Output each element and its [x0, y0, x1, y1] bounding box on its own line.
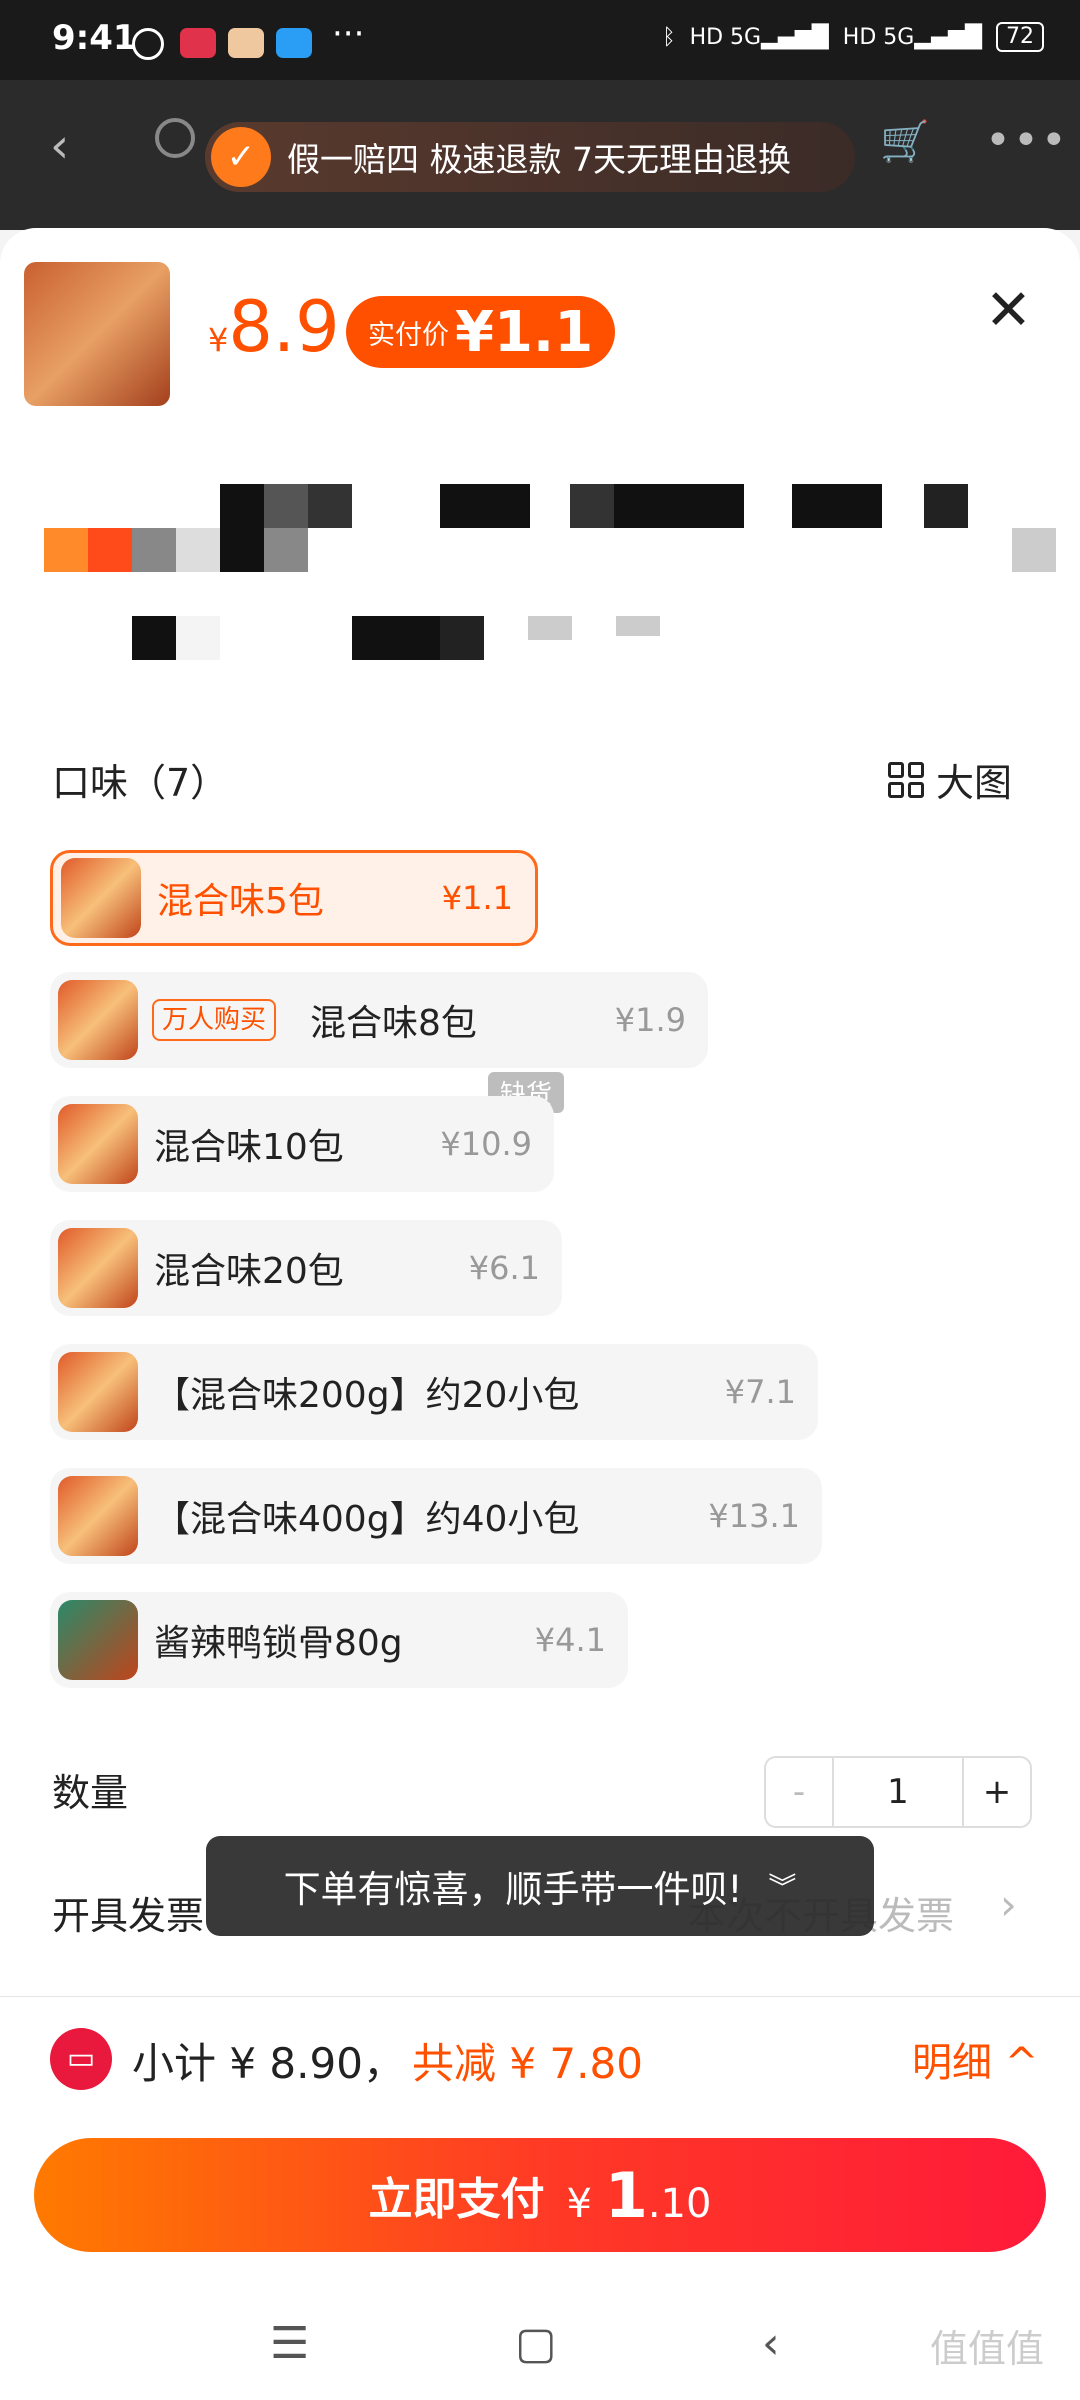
- option-image: [58, 1600, 138, 1680]
- option-image: [58, 1228, 138, 1308]
- quantity-stepper: - 1 +: [764, 1756, 1032, 1828]
- detail-toggle[interactable]: 明细 ^: [912, 2030, 1038, 2088]
- option-image: [58, 980, 138, 1060]
- option-price: ¥1.1: [441, 879, 513, 917]
- option-name: 酱辣鸭锁骨80g: [154, 1623, 403, 1664]
- spec-title: 口味（7）: [52, 761, 229, 805]
- option-price: ¥1.9: [614, 1001, 686, 1039]
- option-name: 混合味20包: [154, 1251, 344, 1292]
- option-image: [58, 1104, 138, 1184]
- option-price: ¥7.1: [724, 1373, 796, 1411]
- invoice-label: 开具发票: [52, 1894, 205, 1938]
- home-icon[interactable]: ▢: [515, 2318, 557, 2369]
- promo-text: 假一赔四 极速退款 7天无理由退换: [287, 140, 791, 179]
- subtotal-text: 小计 ¥ 8.90，: [132, 2039, 405, 2088]
- option-mix-200g[interactable]: 【混合味200g】约20小包 ¥7.1: [50, 1344, 818, 1440]
- option-mix-10[interactable]: 混合味10包 ¥10.9: [50, 1096, 554, 1192]
- app-icon-red: [180, 28, 216, 58]
- option-price: ¥13.1: [708, 1497, 800, 1535]
- mosaic-info: [40, 440, 1060, 680]
- toast-text: 下单有惊喜，顺手带一件呗!: [283, 1868, 743, 1911]
- quantity-label: 数量: [52, 1771, 129, 1815]
- decrease-button[interactable]: -: [766, 1758, 834, 1826]
- battery-indicator: 72: [996, 22, 1044, 52]
- option-price: ¥4.1: [534, 1621, 606, 1659]
- status-bar: 9:41 ··· ᛒ HD 5G▂▄▆█ HD 5G▂▄▆█ 72: [0, 0, 1080, 80]
- popular-tag: 万人购买: [152, 999, 277, 1041]
- option-name: 混合味8包: [310, 1003, 477, 1044]
- option-image: [58, 1476, 138, 1556]
- option-price: ¥6.1: [468, 1249, 540, 1287]
- more-notifications-icon: ···: [332, 14, 365, 54]
- option-mix-5[interactable]: 混合味5包 ¥1.1: [50, 850, 538, 946]
- option-image: [58, 1352, 138, 1432]
- increase-button[interactable]: +: [962, 1758, 1030, 1826]
- pay-amount: ¥ 1.10: [566, 2158, 712, 2232]
- shield-check-icon: ✓: [211, 127, 271, 187]
- cart-icon[interactable]: 🛒: [880, 118, 930, 165]
- signal-icon: HD 5G▂▄▆█: [689, 24, 829, 50]
- app-icon-blue: [276, 28, 312, 58]
- back-icon[interactable]: ‹: [50, 118, 69, 174]
- product-thumbnail[interactable]: [24, 262, 170, 406]
- grid-icon: [888, 761, 924, 798]
- status-right: ᛒ HD 5G▂▄▆█ HD 5G▂▄▆█ 72: [662, 22, 1044, 52]
- actual-price-badge: 实付价 ¥1.1: [346, 296, 616, 368]
- status-time: 9:41: [52, 18, 137, 58]
- signal-icon-2: HD 5G▂▄▆█: [842, 24, 982, 50]
- discount-text: 共减 ¥ 7.80: [412, 2039, 643, 2088]
- close-icon[interactable]: ✕: [985, 278, 1032, 343]
- chevron-right-icon[interactable]: ›: [1000, 1880, 1017, 1929]
- option-name: 【混合味200g】约20小包: [154, 1375, 580, 1416]
- option-name: 混合味10包: [154, 1127, 344, 1168]
- pay-now-button[interactable]: 立即支付 ¥ 1.10: [34, 2138, 1046, 2252]
- app-icon-cat: [228, 28, 264, 58]
- more-icon[interactable]: •••: [985, 115, 1069, 166]
- search-icon[interactable]: [155, 118, 195, 158]
- coupon-icon: ▭: [50, 2028, 112, 2090]
- option-price: ¥10.9: [440, 1125, 532, 1163]
- bluetooth-icon: ᛒ: [662, 24, 676, 50]
- promo-banner: ✓ 假一赔四 极速退款 7天无理由退换: [205, 122, 855, 192]
- original-price: ¥8.9: [208, 286, 340, 368]
- chevron-down-icon: ︾: [768, 1871, 797, 1904]
- option-mix-400g[interactable]: 【混合味400g】约40小包 ¥13.1: [50, 1468, 822, 1564]
- watermark: 值值值: [930, 2327, 1045, 2371]
- big-image-toggle[interactable]: 大图: [888, 752, 1012, 807]
- option-duck-neck[interactable]: 酱辣鸭锁骨80g ¥4.1: [50, 1592, 628, 1688]
- big-image-label: 大图: [936, 761, 1013, 805]
- toast[interactable]: 下单有惊喜，顺手带一件呗! ︾: [206, 1836, 874, 1936]
- option-name: 混合味5包: [157, 881, 324, 922]
- menu-icon[interactable]: ☰: [270, 2318, 309, 2369]
- option-mix-8[interactable]: 万人购买 混合味8包 ¥1.9: [50, 972, 708, 1068]
- back-nav-icon[interactable]: ‹: [762, 2318, 780, 2369]
- option-mix-20[interactable]: 混合味20包 ¥6.1: [50, 1220, 562, 1316]
- quantity-value[interactable]: 1: [834, 1758, 962, 1826]
- pay-label: 立即支付: [368, 2174, 545, 2225]
- option-name: 【混合味400g】约40小包: [154, 1499, 580, 1540]
- alarm-icon: [132, 28, 164, 60]
- option-image: [61, 858, 141, 938]
